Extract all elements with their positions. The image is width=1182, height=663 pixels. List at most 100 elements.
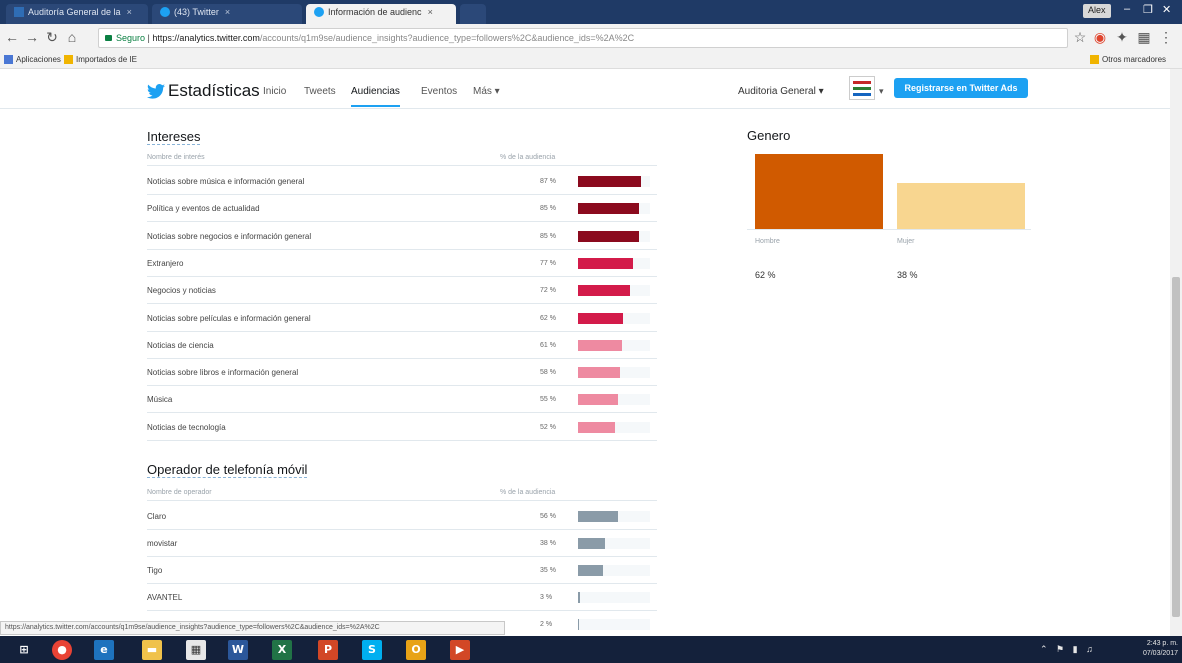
back-icon[interactable]: ← (4, 29, 20, 45)
bar-track (578, 230, 650, 242)
word-icon[interactable]: W (228, 640, 248, 660)
row-label: Música (147, 395, 173, 405)
forward-icon[interactable]: → (24, 29, 40, 45)
divider (147, 194, 657, 195)
account-selector[interactable]: Auditoria General ▾ (738, 86, 824, 97)
folder-icon (1090, 55, 1099, 64)
chevron-down-icon[interactable]: ▾ (879, 86, 884, 97)
interests-col-name: Nombre de interés (147, 154, 205, 161)
powerpoint-icon[interactable]: P (318, 640, 338, 660)
media-player-icon[interactable]: ▶ (450, 640, 470, 660)
divider (147, 275, 657, 277)
divider (147, 529, 657, 530)
clock[interactable]: 2:43 p. m. 07/03/2017 (1120, 639, 1178, 659)
close-icon[interactable]: × (428, 7, 433, 17)
page-scrollbar[interactable] (1170, 69, 1182, 636)
bookmark-others[interactable]: Otros marcadores (1090, 55, 1166, 64)
bookmark-apps[interactable]: Aplicaciones (4, 55, 61, 64)
row-percent: 77 % (540, 259, 556, 267)
row-label: Negocios y noticias (147, 286, 216, 296)
interests-col-pct: % de la audiencia (500, 154, 556, 161)
windows-start-icon[interactable]: ⊞ (14, 640, 34, 660)
apps-icon (4, 55, 13, 64)
row-percent: 58 % (540, 369, 556, 377)
extension-grid-icon[interactable]: ▦ (1136, 29, 1152, 46)
bar-track (578, 421, 650, 433)
bar-track (578, 538, 650, 549)
bar-fill (578, 367, 620, 379)
excel-icon[interactable]: X (272, 640, 292, 660)
brand[interactable]: Estadísticas (147, 81, 260, 101)
twitter-icon (160, 7, 170, 17)
outlook-icon[interactable]: O (406, 640, 426, 660)
calendar-icon[interactable]: ▦ (186, 640, 206, 660)
tab-audience[interactable]: Información de audienc × (306, 4, 456, 24)
nav-mas[interactable]: Más ▾ (473, 86, 500, 97)
star-icon[interactable]: ☆ (1072, 29, 1088, 46)
bookmark-label: Importados de IE (76, 55, 137, 64)
divider (147, 357, 657, 359)
gender-title: Genero (747, 128, 791, 143)
divider (147, 303, 657, 305)
divider (147, 500, 657, 501)
folder-icon[interactable]: ▬ (142, 640, 162, 660)
bar-track (578, 203, 650, 215)
bar-track (578, 285, 650, 297)
bar-fill (578, 339, 622, 351)
clock-date: 07/03/2017 (1142, 650, 1178, 657)
home-icon[interactable]: ⌂ (64, 29, 80, 45)
bar-fill (578, 511, 618, 522)
extension-puzzle-icon[interactable]: ✦ (1114, 29, 1130, 46)
bar-fill (578, 565, 603, 576)
profile-chip[interactable]: Alex (1083, 4, 1111, 18)
nav-inicio[interactable]: Inicio (263, 86, 286, 97)
row-label: Extranjero (147, 258, 184, 268)
skype-icon[interactable]: S (362, 640, 382, 660)
close-icon[interactable]: × (127, 7, 132, 17)
tab-label: Auditoría General de la (28, 7, 121, 17)
nav-eventos[interactable]: Eventos (421, 86, 457, 97)
gender-percent: 62 % (755, 270, 776, 280)
folder-icon (64, 55, 73, 64)
row-percent: 87 % (540, 178, 556, 185)
chrome-icon[interactable]: ● (52, 640, 72, 660)
tab-auditoria[interactable]: Auditoría General de la × (6, 4, 148, 24)
nav-audiencias[interactable]: Audiencias (351, 86, 400, 107)
url-input[interactable]: Seguro | https://analytics.twitter.com/a… (98, 28, 1068, 48)
twitter-ads-button[interactable]: Registrarse en Twitter Ads (894, 78, 1028, 98)
divider (147, 556, 657, 557)
close-window-icon[interactable]: ✕ (1162, 3, 1171, 16)
bar-fill (578, 312, 623, 324)
close-icon[interactable]: × (225, 7, 230, 17)
gender-bar (897, 183, 1025, 229)
new-tab-button[interactable] (460, 4, 486, 24)
menu-icon[interactable]: ⋮ (1158, 29, 1174, 46)
tab-twitter[interactable]: (43) Twitter × (152, 4, 302, 24)
bookmarks-bar: Aplicaciones Importados de IE Otros marc… (0, 52, 1182, 69)
row-percent: 85 % (540, 232, 556, 240)
clock-time: 2:43 p. m. (1146, 640, 1178, 647)
row-percent: 56 % (540, 513, 556, 520)
account-avatar[interactable] (849, 76, 875, 100)
url-host: https://analytics.twitter.com (152, 33, 260, 43)
divider (147, 583, 657, 584)
bookmark-imported[interactable]: Importados de IE (64, 55, 137, 64)
gender-bar (755, 154, 883, 229)
bar-fill (578, 285, 630, 297)
ie-icon[interactable]: e (94, 640, 114, 660)
twitter-icon (314, 7, 324, 17)
maximize-icon[interactable]: ❐ (1143, 3, 1153, 16)
minimize-icon[interactable]: – (1124, 3, 1130, 15)
twitter-bird-icon (147, 84, 165, 99)
reload-icon[interactable]: ↻ (44, 29, 60, 46)
divider (147, 248, 657, 250)
scrollbar-thumb[interactable] (1172, 277, 1180, 617)
system-tray[interactable]: ⌃ ⚑ ▮ ♫ (1040, 644, 1096, 655)
bar-fill (578, 538, 605, 549)
row-percent: 85 % (540, 205, 556, 213)
extension-icon[interactable]: ◉ (1092, 29, 1108, 46)
bar-fill (578, 176, 641, 187)
bar-fill (578, 257, 633, 269)
status-url-tooltip: https://analytics.twitter.com/accounts/q… (0, 621, 505, 635)
nav-tweets[interactable]: Tweets (304, 86, 336, 97)
